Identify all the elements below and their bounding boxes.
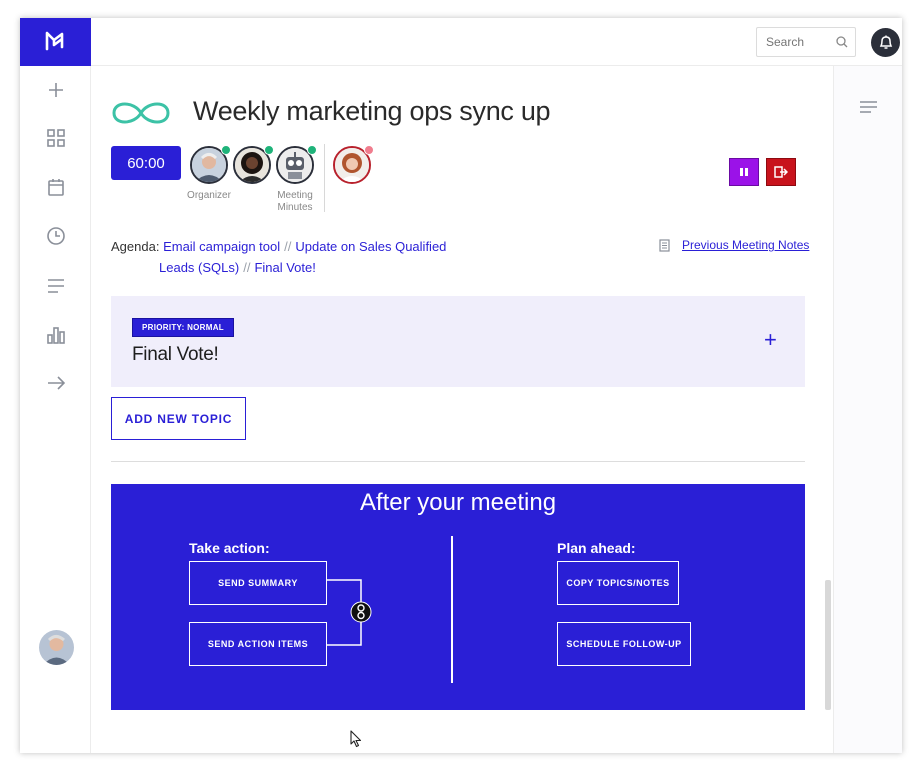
agenda-separator: // (243, 260, 251, 275)
participants-divider (324, 144, 325, 212)
notes-icon (659, 238, 670, 252)
meeting-title: Weekly marketing ops sync up (193, 96, 551, 126)
participant-2[interactable] (233, 145, 274, 184)
after-meeting-panel: After your meeting Take action: SEND SUM… (111, 484, 805, 710)
agenda-item-sqls[interactable]: Update on Sales Qualified (295, 239, 446, 254)
scrollbar[interactable] (825, 580, 831, 710)
sidebar-calendar[interactable] (46, 177, 66, 197)
logo-icon (45, 31, 64, 51)
chart-icon (47, 327, 65, 344)
sidebar-add[interactable] (46, 80, 66, 100)
list-icon (48, 279, 64, 293)
previous-notes-label[interactable]: Previous Meeting Notes (682, 238, 809, 252)
status-dot (264, 145, 274, 155)
agenda-separator: // (284, 239, 292, 254)
participant-guest[interactable] (333, 145, 374, 184)
add-topic-button[interactable]: ADD NEW TOPIC (111, 397, 246, 440)
copy-topics-button[interactable]: COPY TOPICS/NOTES (557, 561, 679, 605)
agenda-item-email-campaign[interactable]: Email campaign tool (163, 239, 280, 254)
search-icon[interactable] (836, 36, 848, 48)
calendar-icon (48, 179, 64, 196)
sidebar-history[interactable] (46, 226, 66, 246)
app-logo[interactable] (20, 18, 91, 66)
agenda-item-final-vote[interactable]: Final Vote! (254, 260, 315, 275)
sidebar-dashboard[interactable] (46, 128, 66, 148)
participant-label: Organizer (187, 190, 231, 201)
left-sidebar (20, 18, 91, 753)
plan-ahead-heading: Plan ahead: (557, 540, 636, 556)
agenda: Agenda: Email campaign tool//Update on S… (111, 236, 471, 278)
sidebar-exit[interactable] (46, 373, 66, 393)
mouse-cursor-icon (350, 730, 362, 748)
search-input[interactable] (757, 28, 827, 56)
previous-notes-link[interactable]: Previous Meeting Notes (659, 238, 809, 252)
schedule-follow-up-button[interactable]: SCHEDULE FOLLOW-UP (557, 622, 691, 666)
topic-title: Final Vote! (132, 344, 219, 365)
meeting-logo-icon (112, 102, 170, 124)
end-meeting-button[interactable] (766, 158, 796, 186)
divider (111, 461, 805, 462)
expand-topic-button[interactable]: + (764, 329, 777, 351)
participant-label: Meeting Minutes (277, 190, 313, 213)
bell-icon (879, 35, 892, 49)
meeting-timer[interactable]: 60:00 (111, 146, 181, 180)
grid-icon (47, 129, 65, 147)
status-dot (364, 145, 374, 155)
menu-icon[interactable] (860, 101, 877, 113)
pause-button[interactable] (729, 158, 759, 186)
participant-minutes[interactable] (276, 145, 317, 184)
plus-icon (49, 83, 63, 97)
status-dot (307, 145, 317, 155)
topic-card[interactable]: PRIORITY: NORMAL Final Vote! + (111, 296, 805, 387)
participant-photo (192, 148, 226, 182)
connector-lines (327, 579, 372, 646)
clock-icon (47, 227, 65, 245)
right-panel (833, 66, 902, 753)
participant-photo (335, 148, 369, 182)
robot-icon (278, 148, 312, 182)
participant-photo (235, 148, 269, 182)
status-dot (221, 145, 231, 155)
exit-icon (774, 166, 788, 178)
user-photo (39, 630, 74, 665)
pause-icon (740, 168, 748, 176)
agenda-label: Agenda: (111, 239, 160, 254)
user-avatar[interactable] (39, 630, 74, 665)
sidebar-reports[interactable] (46, 325, 66, 345)
arrow-right-icon (48, 376, 65, 390)
notifications-button[interactable] (871, 28, 900, 57)
priority-badge: PRIORITY: NORMAL (132, 318, 234, 337)
column-divider (451, 536, 453, 683)
sidebar-notes[interactable] (46, 276, 66, 296)
agenda-item-sqls-cont[interactable]: Leads (SQLs) (159, 260, 239, 275)
meeting-header: Weekly marketing ops sync up 60:00 Organ… (91, 66, 833, 296)
search-box (756, 27, 856, 57)
participant-organizer[interactable] (190, 145, 231, 184)
app-window: Weekly marketing ops sync up 60:00 Organ… (20, 18, 902, 753)
top-bar (91, 18, 902, 66)
